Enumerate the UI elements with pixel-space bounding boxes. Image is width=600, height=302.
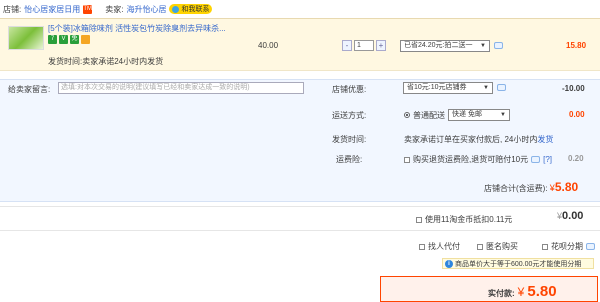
wangwang-icon bbox=[172, 5, 180, 13]
coupon-amount: -10.00 bbox=[562, 84, 585, 93]
pay-label: 实付款: bbox=[488, 289, 515, 298]
dispatch-label: 发货时间: bbox=[332, 135, 367, 144]
installment-notice: i 商品单价大于等于600.00元才能使用分期 bbox=[442, 258, 594, 269]
chat-icon[interactable] bbox=[494, 42, 503, 49]
shop-total-amount: 5.80 bbox=[554, 180, 579, 194]
coupon-label: 店铺优惠: bbox=[332, 85, 367, 94]
free-shipping-icon[interactable]: 免 bbox=[70, 35, 79, 44]
dispatch-link[interactable]: 发货 bbox=[537, 135, 553, 144]
chat-icon[interactable] bbox=[531, 156, 541, 163]
coins-checkbox[interactable] bbox=[416, 216, 422, 223]
dispatch-text: 卖家承诺订单在买家付款后, 24小时内 bbox=[404, 135, 538, 144]
shop-bar: 店铺: 怡心居家居日用 TM 卖家: 海升怡心居 和我联系 bbox=[0, 0, 600, 18]
verified-icon[interactable]: V bbox=[59, 35, 68, 44]
contact-seller-button[interactable]: 和我联系 bbox=[169, 4, 213, 14]
contact-label: 和我联系 bbox=[181, 6, 210, 13]
insurance-amount: 0.20 bbox=[568, 154, 584, 163]
discount-value: 已省24.20元:拍二送一 bbox=[404, 42, 473, 49]
unit-price: 40.00 bbox=[258, 41, 279, 50]
anonymous-option: 匿名购买 bbox=[477, 241, 518, 252]
pay-amount: 5.80 bbox=[527, 283, 557, 300]
chevron-down-icon: ▼ bbox=[483, 85, 489, 91]
shop-total-label: 店铺合计(含运费): bbox=[484, 184, 548, 193]
coins-label: 使用11淘金币抵扣0.11元 bbox=[425, 215, 513, 224]
pay-currency: ¥ bbox=[517, 285, 525, 299]
delivery-amount: 0.00 bbox=[569, 110, 585, 119]
delivery-mode: 普通配送 bbox=[413, 110, 445, 120]
info-icon: i bbox=[445, 259, 453, 268]
chat-icon[interactable] bbox=[497, 84, 506, 91]
installment-checkbox[interactable] bbox=[542, 243, 548, 250]
proxy-pay-checkbox[interactable] bbox=[419, 243, 425, 250]
seller-name-link[interactable]: 海升怡心居 bbox=[126, 4, 166, 15]
discount-select[interactable]: 已省24.20元:拍二送一 ▼ bbox=[400, 40, 490, 52]
insurance-text: 购买退货运费险,退货可赔付10元 bbox=[413, 155, 529, 164]
item-subtotal: 15.80 bbox=[566, 41, 587, 50]
coins-option: 使用11淘金币抵扣0.11元 bbox=[416, 214, 512, 225]
coupon-value: 省10元:10元店铺券 bbox=[407, 84, 467, 91]
delivery-label: 运送方式: bbox=[332, 111, 367, 120]
product-thumbnail[interactable] bbox=[8, 26, 44, 50]
credit-card-icon[interactable] bbox=[81, 35, 90, 44]
proxy-pay-option: 找人代付 bbox=[419, 241, 460, 252]
delivery-select-value: 快递 免邮 bbox=[452, 111, 482, 118]
anonymous-checkbox[interactable] bbox=[477, 243, 483, 250]
proxy-pay-label: 找人代付 bbox=[428, 242, 460, 251]
delivery-options: 普通配送 快递 免邮 ▼ bbox=[404, 109, 510, 121]
installment-notice-text: 商品单价大于等于600.00元才能使用分期 bbox=[455, 260, 582, 268]
divider bbox=[0, 206, 600, 207]
tmall-icon: TM bbox=[83, 4, 93, 14]
quantity-stepper: - 1 + bbox=[342, 40, 386, 51]
decrease-button[interactable]: - bbox=[342, 40, 352, 51]
shop-name-link[interactable]: 怡心居家居日用 bbox=[24, 4, 80, 15]
coupon-select[interactable]: 省10元:10元店铺券 ▼ bbox=[403, 82, 493, 94]
insurance-option: 购买退货运费险,退货可赔付10元 [?] bbox=[404, 154, 552, 165]
insurance-help-link[interactable]: [?] bbox=[543, 155, 552, 164]
chevron-down-icon: ▼ bbox=[500, 112, 506, 118]
insurance-checkbox[interactable] bbox=[404, 156, 410, 163]
chevron-down-icon: ▼ bbox=[480, 43, 486, 49]
payable-total: 实付款: ¥ 5.80 bbox=[488, 283, 557, 300]
delivery-radio[interactable] bbox=[404, 112, 410, 118]
installment-option: 花呗分期 bbox=[542, 241, 595, 252]
ship-note: 发货时间:卖家承诺24小时内发货 bbox=[48, 57, 164, 66]
quantity-input[interactable]: 1 bbox=[354, 40, 374, 51]
message-label: 给卖家留言: bbox=[8, 85, 51, 94]
insurance-label: 运费险: bbox=[336, 155, 363, 164]
installment-label: 花呗分期 bbox=[551, 242, 583, 251]
chat-icon[interactable] bbox=[586, 243, 595, 250]
seller-label: 卖家: bbox=[105, 4, 124, 14]
anonymous-label: 匿名购买 bbox=[486, 242, 518, 251]
shop-total: 店铺合计(含运费): ¥5.80 bbox=[484, 180, 578, 194]
shop-label: 店铺: bbox=[3, 4, 22, 14]
coins-amount: 0.00 bbox=[562, 210, 584, 222]
increase-button[interactable]: + bbox=[376, 40, 386, 51]
dispatch-note: 卖家承诺订单在买家付款后, 24小时内发货 bbox=[404, 134, 553, 145]
seven-day-return-icon[interactable]: 7 bbox=[48, 35, 57, 44]
message-input[interactable]: 选填:对本次交易的说明(建议填写已经和卖家达成一致的说明) bbox=[58, 82, 304, 94]
divider bbox=[0, 230, 600, 231]
service-badges: 7 V 免 bbox=[48, 35, 90, 44]
product-title-link[interactable]: [5个装]冰箱除味剂 活性炭包竹炭除臭剂去异味杀... bbox=[48, 23, 228, 34]
delivery-select[interactable]: 快递 免邮 ▼ bbox=[448, 109, 510, 121]
coins-amount-box: ¥0.00 bbox=[557, 210, 583, 222]
